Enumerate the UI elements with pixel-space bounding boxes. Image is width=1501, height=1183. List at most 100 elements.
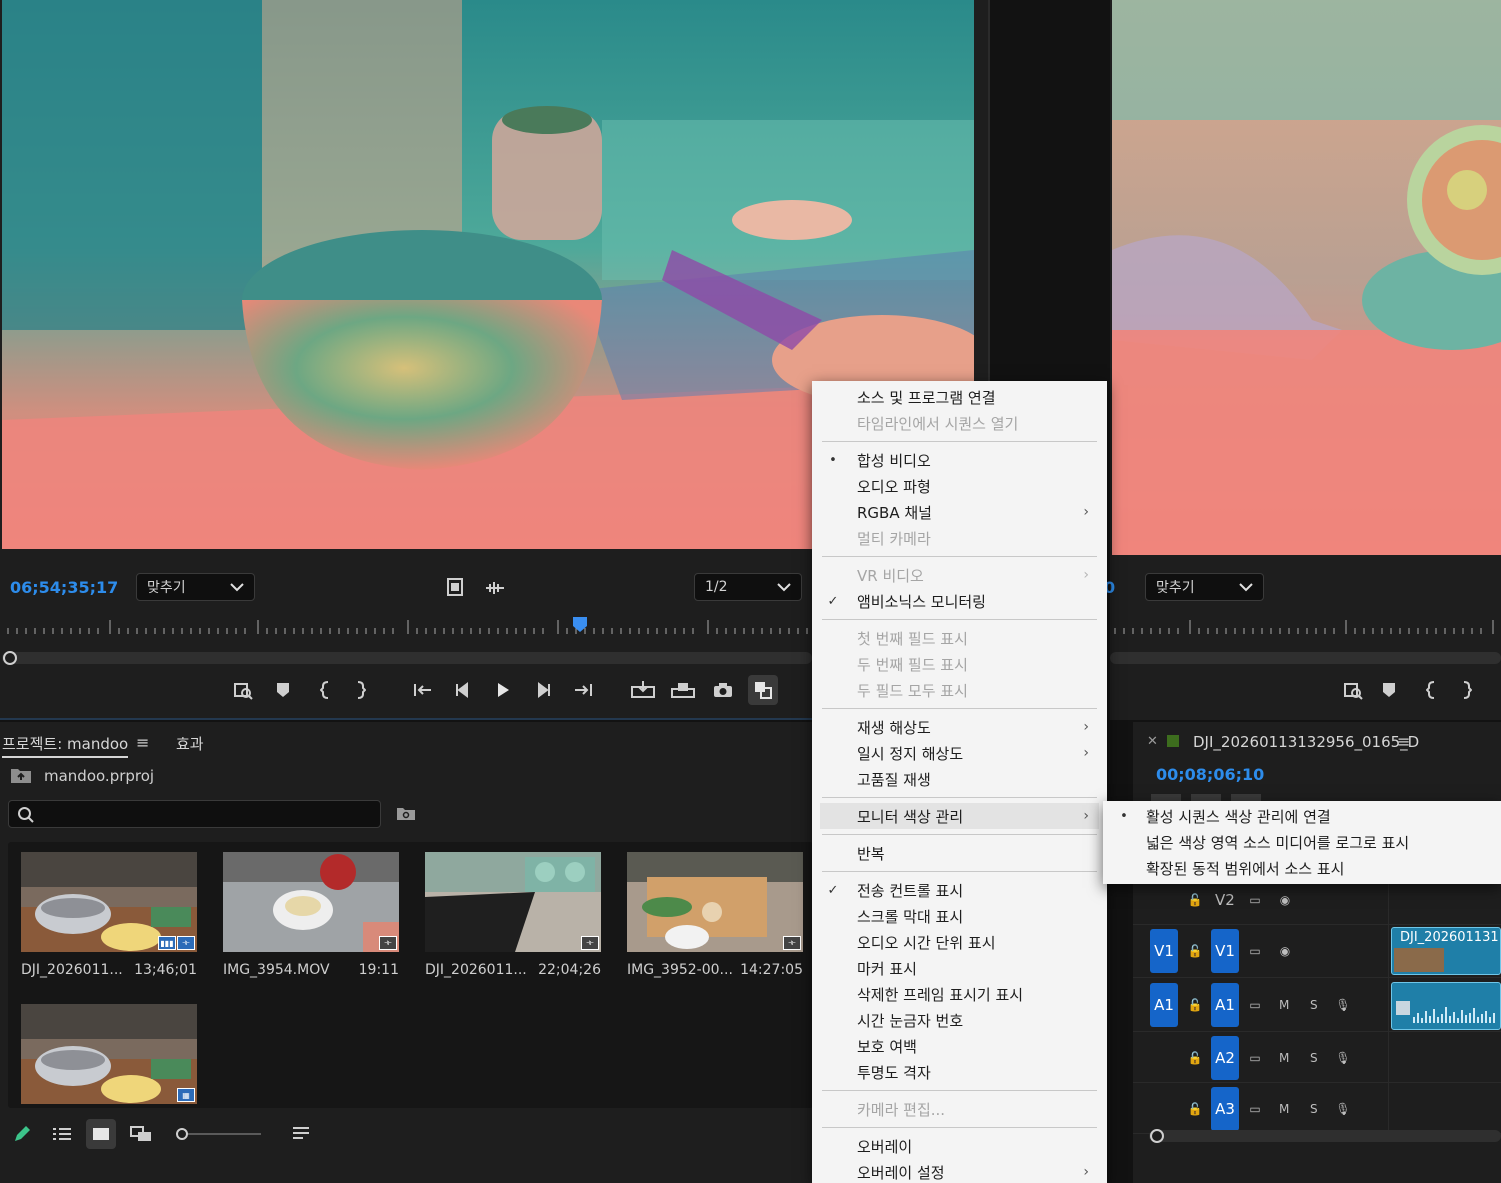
menu-item-overlays[interactable]: 오버레이 [812, 1133, 1107, 1159]
lock-icon[interactable]: 🔓 [1185, 941, 1205, 961]
freeform-view-icon[interactable] [130, 1126, 152, 1142]
track-target-a1[interactable]: A1 [1211, 983, 1239, 1027]
menu-item-time-ruler-numbers[interactable]: 시간 눈금자 번호 [812, 1007, 1107, 1033]
sort-icon[interactable] [292, 1126, 310, 1142]
menu-item-paused-resolution[interactable]: 일시 정지 해상도 › [812, 740, 1107, 766]
mark-in-icon[interactable] [1416, 675, 1446, 705]
list-view-icon[interactable] [52, 1126, 72, 1142]
new-search-bin-icon[interactable] [396, 806, 416, 822]
timeline-timecode[interactable]: 00;08;06;10 [1156, 765, 1264, 784]
mute-button[interactable]: M [1279, 1033, 1289, 1083]
solo-button[interactable]: S [1310, 1084, 1318, 1134]
source-timecode[interactable]: 06;54;35;17 [10, 578, 118, 597]
audio-clip[interactable] [1391, 982, 1501, 1030]
project-item[interactable]: ▦ [21, 1004, 197, 1104]
toggle-sync-icon[interactable]: ▭ [1245, 1048, 1265, 1068]
menu-item-gang-source-program[interactable]: 소스 및 프로그램 연결 [812, 384, 1107, 410]
menu-item-overlay-settings[interactable]: 오버레이 설정 › [812, 1159, 1107, 1183]
go-to-in-icon[interactable] [408, 675, 438, 705]
marker-icon[interactable] [1374, 675, 1404, 705]
panel-menu-icon[interactable]: ≡ [136, 733, 149, 752]
menu-item-high-quality-playback[interactable]: 고품질 재생 [812, 766, 1107, 792]
mark-in-icon[interactable] [310, 675, 340, 705]
source-zoom-scrollbar[interactable] [2, 652, 812, 664]
program-zoom-scrollbar[interactable] [1110, 652, 1501, 664]
microphone-icon[interactable]: 🎙 [1333, 1099, 1353, 1119]
panel-menu-icon[interactable]: ≡ [1397, 732, 1410, 751]
track-target-a2[interactable]: A2 [1211, 1036, 1239, 1080]
project-item[interactable]: ▮▮▮ ⟛ DJI_2026011... 13;46;01 [21, 852, 197, 978]
eye-icon[interactable]: ◉ [1275, 941, 1295, 961]
menu-item-rgba-channels[interactable]: RGBA 채널 › [812, 499, 1107, 525]
lock-icon[interactable]: 🔓 [1185, 1099, 1205, 1119]
marker-icon[interactable] [268, 675, 298, 705]
source-patch-v1[interactable]: V1 [1150, 929, 1178, 973]
menu-item-composite-video[interactable]: • 합성 비디오 [812, 447, 1107, 473]
video-clip[interactable]: DJI_202601131 [1391, 927, 1501, 975]
menu-item-show-markers[interactable]: 마커 표시 [812, 955, 1107, 981]
track-target-a3[interactable]: A3 [1211, 1087, 1239, 1131]
menu-item-ambisonics[interactable]: ✓ 앰비소닉스 모니터링 [812, 588, 1107, 614]
settings-clip-icon[interactable] [446, 578, 464, 596]
mark-out-icon[interactable] [346, 675, 376, 705]
project-item[interactable]: ⟛ IMG_3952-00... 14:27:05 [627, 852, 803, 978]
lock-icon[interactable]: 🔓 [1185, 890, 1205, 910]
insert-icon[interactable] [628, 675, 658, 705]
lock-icon[interactable]: 🔓 [1185, 995, 1205, 1015]
solo-button[interactable]: S [1310, 980, 1318, 1030]
pencil-icon[interactable] [12, 1124, 32, 1144]
toggle-sync-icon[interactable]: ▭ [1245, 1099, 1265, 1119]
menu-item-audio-waveform[interactable]: 오디오 파형 [812, 473, 1107, 499]
source-time-ruler[interactable] [0, 612, 812, 636]
toggle-sync-icon[interactable]: ▭ [1245, 941, 1265, 961]
menu-item-loop[interactable]: 반복 [812, 840, 1107, 866]
submenu-item-extended-dynamic-range[interactable]: 확장된 동적 범위에서 소스 표시 [1103, 855, 1501, 881]
lock-icon[interactable]: 🔓 [1185, 1048, 1205, 1068]
toggle-sync-icon[interactable]: ▭ [1245, 890, 1265, 910]
menu-item-monitor-color-management[interactable]: 모니터 색상 관리 › [820, 803, 1099, 829]
go-to-out-icon[interactable] [568, 675, 598, 705]
track-target-v1[interactable]: V1 [1211, 929, 1239, 973]
mute-button[interactable]: M [1279, 980, 1289, 1030]
menu-item-show-transport-controls[interactable]: ✓ 전송 컨트롤 표시 [812, 877, 1107, 903]
menu-item-dropped-frame-indicator[interactable]: 삭제한 프레임 표시기 표시 [812, 981, 1107, 1007]
project-search-input[interactable] [8, 800, 381, 828]
eye-icon[interactable]: ◉ [1275, 890, 1295, 910]
timeline-scroll-handle[interactable] [1150, 1129, 1164, 1143]
button-editor-icon[interactable] [748, 675, 778, 705]
menu-item-transparency-grid[interactable]: 투명도 격자 [812, 1059, 1107, 1085]
timeline-scrollbar[interactable] [1149, 1130, 1501, 1142]
menu-item-show-scroll-bar[interactable]: 스크롤 막대 표시 [812, 903, 1107, 929]
mute-button[interactable]: M [1279, 1084, 1289, 1134]
solo-button[interactable]: S [1310, 1033, 1318, 1083]
microphone-icon[interactable]: 🎙 [1333, 1048, 1353, 1068]
source-patch-a1[interactable]: A1 [1150, 983, 1178, 1027]
drag-audio-icon[interactable] [484, 580, 506, 596]
menu-item-playback-resolution[interactable]: 재생 해상도 › [812, 714, 1107, 740]
overwrite-icon[interactable] [668, 675, 698, 705]
step-back-icon[interactable] [448, 675, 478, 705]
program-time-ruler[interactable] [1110, 612, 1501, 636]
play-icon[interactable] [488, 675, 518, 705]
step-forward-icon[interactable] [528, 675, 558, 705]
add-marker-search-icon[interactable] [228, 675, 258, 705]
camera-icon[interactable] [708, 675, 738, 705]
icon-view-button[interactable] [86, 1119, 116, 1149]
submenu-item-wide-gamut-log[interactable]: 넓은 색상 영역 소스 미디어를 로그로 표시 [1103, 829, 1501, 855]
menu-item-show-audio-time-units[interactable]: 오디오 시간 단위 표시 [812, 929, 1107, 955]
mark-out-icon[interactable] [1452, 675, 1482, 705]
source-zoom-dropdown[interactable]: 맞추기 [136, 573, 255, 601]
menu-item-safe-margins[interactable]: 보호 여백 [812, 1033, 1107, 1059]
tab-project[interactable]: 프로젝트: mandoo [2, 733, 129, 758]
project-item[interactable]: ⟛ DJI_2026011... 22;04;26 [425, 852, 601, 978]
toggle-sync-icon[interactable]: ▭ [1245, 995, 1265, 1015]
source-resolution-dropdown[interactable]: 1/2 [694, 573, 802, 601]
thumbnail-size-slider[interactable] [175, 1127, 263, 1141]
submenu-item-link-sequence-color[interactable]: • 활성 시퀀스 색상 관리에 연결 [1103, 803, 1501, 829]
folder-up-icon[interactable] [10, 766, 32, 784]
add-marker-search-icon[interactable] [1338, 675, 1368, 705]
close-tab-icon[interactable]: ✕ [1147, 734, 1158, 749]
microphone-icon[interactable]: 🎙 [1333, 995, 1353, 1015]
sequence-tab-title[interactable]: DJI_20260113132956_0165_D [1193, 733, 1419, 751]
source-scroll-handle[interactable] [3, 651, 17, 665]
